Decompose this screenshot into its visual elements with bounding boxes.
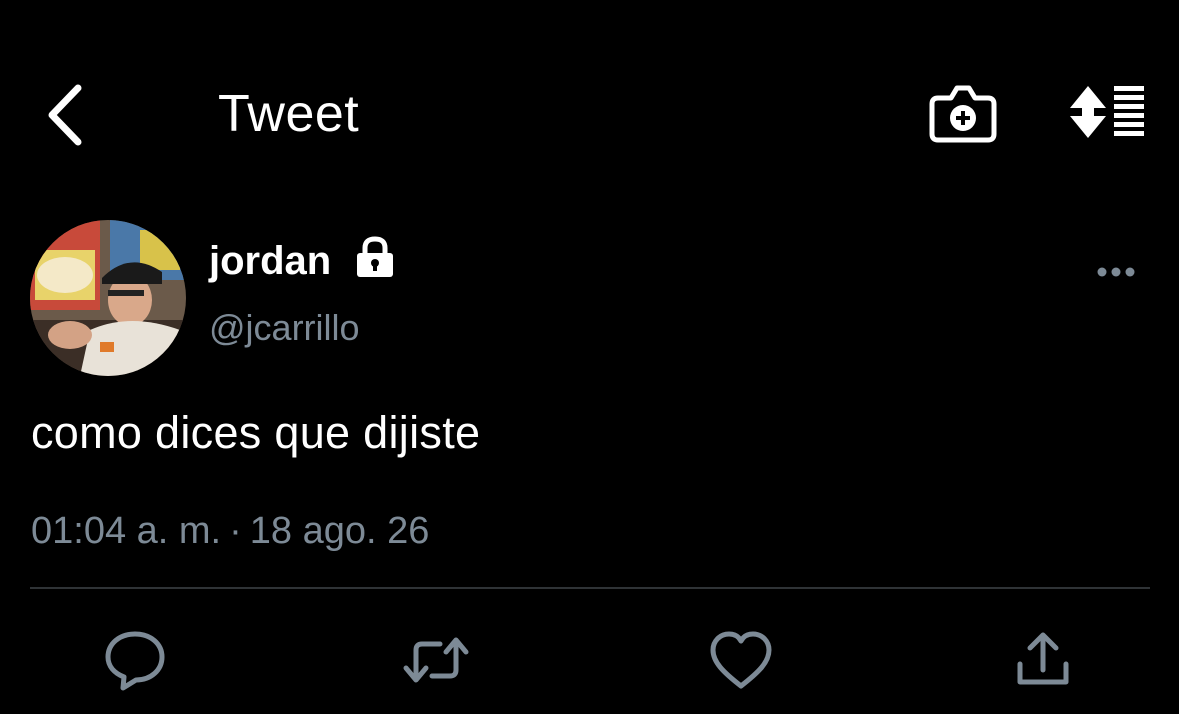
more-button[interactable] bbox=[1092, 258, 1140, 286]
retweet-button[interactable] bbox=[400, 624, 472, 696]
tweet-timestamp: 01:04 a. m. · 18 ago. 26 bbox=[31, 506, 429, 556]
display-name[interactable]: jordan bbox=[209, 236, 331, 286]
sort-button[interactable] bbox=[1066, 82, 1148, 142]
divider bbox=[30, 587, 1150, 589]
share-icon bbox=[1017, 632, 1069, 685]
sort-updown-icon bbox=[1070, 86, 1144, 138]
share-button[interactable] bbox=[1007, 624, 1079, 696]
user-handle[interactable]: @jcarrillo bbox=[209, 304, 360, 352]
comment-icon bbox=[105, 631, 165, 691]
avatar[interactable] bbox=[30, 220, 186, 376]
tweet-text: como dices que dijiste bbox=[31, 407, 481, 458]
heart-icon bbox=[710, 631, 772, 689]
retweet-icon bbox=[403, 637, 469, 683]
timestamp-separator: · bbox=[229, 510, 242, 552]
camera-button[interactable] bbox=[928, 80, 998, 146]
chevron-left-icon bbox=[48, 84, 82, 146]
tweet-time: 01:04 a. m. bbox=[31, 510, 222, 552]
lock-icon bbox=[354, 236, 396, 280]
page-title: Tweet bbox=[218, 85, 360, 143]
like-button[interactable] bbox=[705, 624, 777, 696]
back-button[interactable] bbox=[40, 80, 92, 150]
ellipsis-icon bbox=[1097, 267, 1135, 277]
reply-button[interactable] bbox=[99, 624, 171, 696]
tweet-date: 18 ago. 26 bbox=[249, 510, 430, 552]
camera-plus-icon bbox=[929, 85, 997, 143]
